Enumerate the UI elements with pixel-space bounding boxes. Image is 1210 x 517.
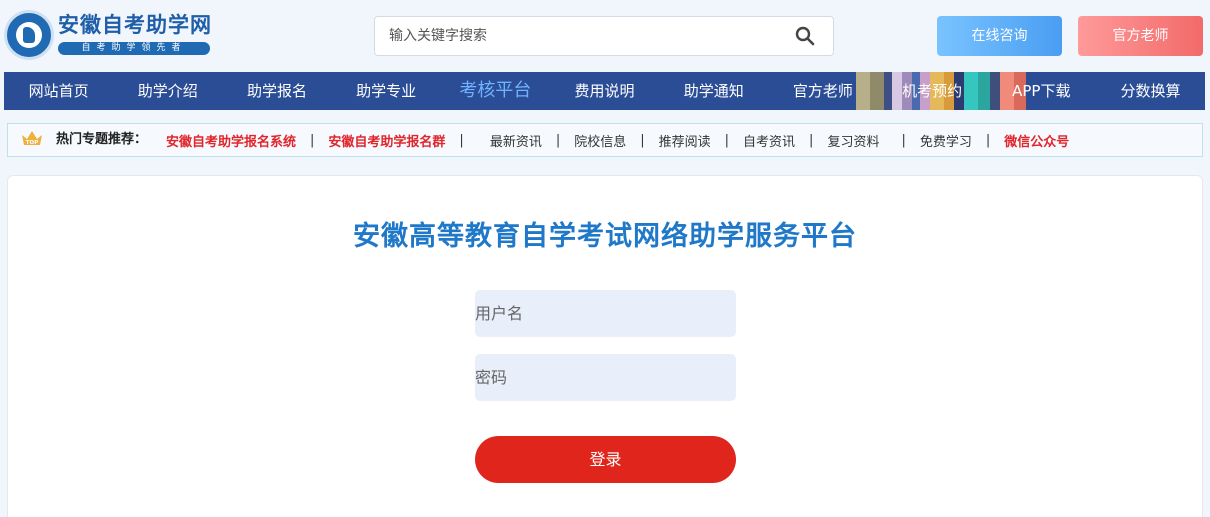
search-box [374, 16, 834, 56]
hot-link-latest-news[interactable]: 最新资讯 [490, 131, 542, 150]
online-consult-button[interactable]: 在线咨询 [937, 16, 1062, 56]
nav-score-conversion[interactable]: 分数换算 [1096, 72, 1205, 110]
nav-intro[interactable]: 助学介绍 [113, 72, 222, 110]
logo-title: 安徽自考助学网 [58, 13, 212, 37]
login-button[interactable]: 登录 [475, 436, 736, 483]
hot-link-register-group[interactable]: 安徽自考助学报名群 [328, 131, 445, 150]
nav-notices[interactable]: 助学通知 [659, 72, 768, 110]
nav-fees[interactable]: 费用说明 [550, 72, 659, 110]
hot-link-recommended[interactable]: 推荐阅读 [659, 131, 711, 150]
nav-home[interactable]: 网站首页 [4, 72, 113, 110]
nav-exam-booking[interactable]: 机考预约 [878, 72, 987, 110]
search-input[interactable] [389, 17, 769, 55]
hot-topics-bar: TOP 热门专题推荐： 安徽自考助学报名系统 | 安徽自考助学报名群 | 最新资… [7, 123, 1203, 157]
hot-topics-label: 热门专题推荐： [56, 132, 148, 147]
hot-link-school-info[interactable]: 院校信息 [574, 131, 626, 150]
username-field[interactable] [475, 290, 736, 337]
site-logo[interactable]: 安徽自考助学网 自考助学领先者 [4, 10, 212, 60]
nav-majors[interactable]: 助学专业 [332, 72, 441, 110]
nav-register[interactable]: 助学报名 [222, 72, 331, 110]
logo-emblem-icon [4, 10, 54, 60]
search-icon[interactable] [795, 26, 815, 46]
logo-slogan: 自考助学领先者 [58, 42, 210, 55]
nav-official-teacher[interactable]: 官方老师 [768, 72, 877, 110]
svg-text:TOP: TOP [26, 140, 38, 146]
hot-link-register-system[interactable]: 安徽自考助学报名系统 [166, 131, 296, 150]
site-header: 安徽自考助学网 自考助学领先者 在线咨询 官方老师 [0, 0, 1210, 72]
login-card: 安徽高等教育自学考试网络助学服务平台 登录 [7, 175, 1203, 517]
hot-link-review-materials[interactable]: 复习资料 [827, 131, 879, 150]
hot-link-free-study[interactable]: 免费学习 [920, 131, 972, 150]
password-field[interactable] [475, 354, 736, 401]
nav-exam-platform[interactable]: 考核平台 [441, 72, 550, 110]
crown-top-icon: TOP [22, 131, 42, 146]
official-teacher-button[interactable]: 官方老师 [1078, 16, 1203, 56]
nav-app-download[interactable]: APP下载 [987, 72, 1096, 110]
hot-link-exam-news[interactable]: 自考资讯 [743, 131, 795, 150]
main-nav: 网站首页 助学介绍 助学报名 助学专业 考核平台 费用说明 助学通知 官方老师 … [4, 72, 1205, 110]
hot-link-wechat[interactable]: 微信公众号 [1004, 131, 1069, 150]
page-title: 安徽高等教育自学考试网络助学服务平台 [353, 221, 857, 252]
